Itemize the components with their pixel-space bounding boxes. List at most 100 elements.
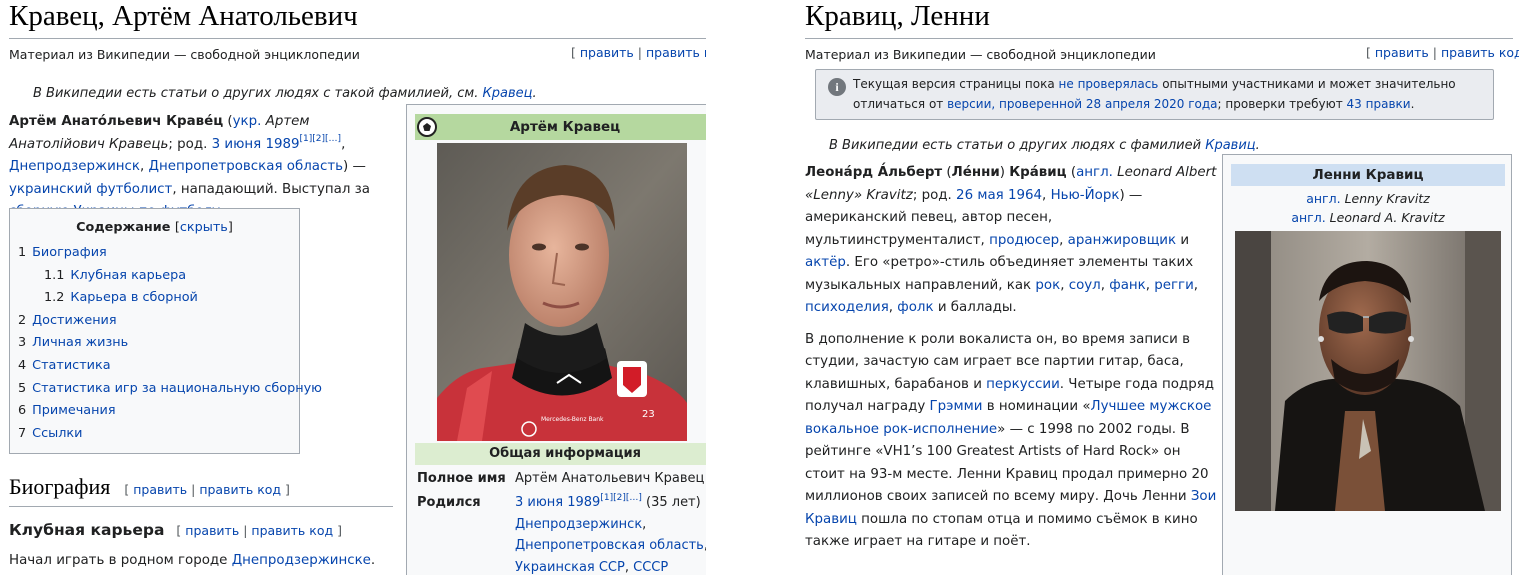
toc-link[interactable]: Статистика игр за национальную сборную — [32, 381, 322, 396]
edit-code-link[interactable]: править код — [646, 45, 706, 60]
actor-link[interactable]: актёр — [805, 255, 846, 270]
country-link[interactable]: СССР — [633, 560, 668, 575]
text: , — [704, 538, 706, 553]
toc-item[interactable]: 1.2 Карьера в сборной — [18, 287, 291, 310]
birthdate-link[interactable]: 26 мая 1964 — [956, 188, 1042, 203]
toc-number: 4 — [18, 357, 27, 373]
subject-name: Артём Анато́льевич Краве́ц — [9, 114, 224, 129]
region-link[interactable]: Днепропетровская область — [149, 159, 344, 174]
percussion-link[interactable]: перкуссии — [986, 377, 1060, 392]
hatnote-link[interactable]: Кравец — [483, 86, 533, 101]
infobox-birth-name: англ. Leonard A. Kravitz — [1223, 208, 1513, 227]
edit-code-link[interactable]: править код — [251, 523, 333, 538]
text: пошла по стопам отца и помимо съёмок в к… — [805, 511, 1198, 550]
artist-photo-image — [1235, 231, 1501, 511]
edit-link[interactable]: править — [1375, 45, 1429, 60]
text: , — [642, 516, 647, 532]
artist-photo[interactable] — [1235, 231, 1501, 511]
row-value: Артём Анатольевич Кравец — [515, 471, 705, 486]
occupation-link[interactable]: украинский футболист — [9, 182, 172, 197]
lead-paragraph: Леона́рд А́льберт (Ле́нни) Кра́виц (англ… — [805, 165, 1217, 315]
body-paragraph: В дополнение к роли вокалиста он, во вре… — [805, 329, 1217, 554]
toc-toggle[interactable]: скрыть — [180, 220, 228, 235]
toc-item[interactable]: 3 Личная жизнь — [18, 332, 291, 355]
toc-item[interactable]: 2 Достижения — [18, 310, 291, 333]
genre-link[interactable]: фолк — [897, 300, 933, 315]
lang-link[interactable]: англ. — [1291, 210, 1325, 225]
city-link[interactable]: Нью-Йорк — [1051, 188, 1120, 203]
city-link[interactable]: Днепродзержинск — [515, 517, 642, 532]
bracket: ] — [337, 523, 342, 538]
genre-link[interactable]: рок — [1035, 278, 1060, 293]
infobox-header: Ленни Кравиц — [1231, 164, 1505, 186]
title-divider — [805, 38, 1513, 39]
city-link[interactable]: Днепродзержинск — [9, 159, 140, 174]
arranger-link[interactable]: аранжировщик — [1068, 233, 1176, 248]
separator: | — [243, 523, 248, 538]
genre-link[interactable]: фанк — [1109, 278, 1146, 293]
toc-item[interactable]: 1 Биография — [18, 242, 291, 265]
toc-link[interactable]: Клубная карьера — [70, 268, 186, 283]
edit-link[interactable]: править — [133, 482, 187, 497]
toc-item[interactable]: 1.1 Клубная карьера — [18, 265, 291, 288]
grammy-link[interactable]: Грэмми — [930, 399, 983, 414]
text: , — [624, 559, 634, 575]
native-name: Lenny Kravitz — [1340, 191, 1430, 206]
lead-paragraph: Артём Анато́льевич Краве́ц (укр. Артем А… — [9, 111, 399, 224]
text: Текущая версия страницы пока — [853, 77, 1059, 91]
table-of-contents: Содержание [скрыть] 1 Биография 1.1 Клубная… — [9, 208, 322, 454]
toc-link[interactable]: Карьера в сборной — [70, 290, 198, 305]
subsection-title: Клубная карьера — [9, 521, 165, 539]
text: , нападающий. Выступал за — [172, 181, 370, 197]
toc-item[interactable]: 5 Статистика игр за национальную сборную — [18, 378, 322, 401]
toc-link[interactable]: Статистика — [32, 358, 110, 373]
separator: | — [1432, 45, 1437, 60]
toc-number: 2 — [18, 312, 27, 328]
pending-edits-link[interactable]: 43 правки — [1347, 97, 1411, 111]
region-link[interactable]: Днепропетровская область — [515, 538, 704, 553]
toc-item[interactable]: 6 Примечания — [18, 400, 291, 423]
lang-link[interactable]: англ. — [1076, 165, 1113, 180]
edit-code-link[interactable]: править код — [1441, 45, 1519, 60]
page-edit-links: [ править | править код ] — [1366, 45, 1519, 60]
reviewed-version-link[interactable]: версии, проверенной 28 апреля 2020 года — [947, 97, 1217, 111]
birthdate-link[interactable]: 3 июня 1989 — [515, 495, 600, 510]
left-article: Кравец, Артём Анатольевич Материал из Ви… — [0, 0, 706, 575]
reference-links[interactable]: [1][2][…] — [300, 134, 342, 144]
toc-link[interactable]: Достижения — [32, 313, 116, 328]
text: . — [1410, 97, 1415, 111]
toc-link[interactable]: Примечания — [32, 403, 115, 418]
ssr-link[interactable]: Украинская ССР — [515, 560, 625, 575]
infobox-section-header: Общая информация — [415, 443, 706, 465]
genre-link[interactable]: психоделия — [805, 300, 889, 315]
text: ( — [223, 114, 233, 129]
reference-links[interactable]: [1][2][…] — [600, 493, 642, 503]
row-label: Полное имя — [417, 471, 506, 486]
player-photo-image: 23 Mercedes-Benz Bank — [437, 143, 687, 441]
site-subtitle: Материал из Википедии — свободной энцикл… — [805, 47, 1156, 62]
text: ) — — [343, 159, 366, 174]
genre-link[interactable]: соул — [1069, 278, 1101, 293]
edit-link[interactable]: править — [185, 523, 239, 538]
toc-link[interactable]: Ссылки — [32, 426, 82, 441]
lang-link[interactable]: англ. — [1306, 191, 1340, 206]
not-reviewed-link[interactable]: не проверялась — [1059, 77, 1159, 91]
toc-link[interactable]: Личная жизнь — [32, 335, 128, 350]
section-edit-links: [ править | править код ] — [176, 523, 342, 538]
producer-link[interactable]: продюсер — [989, 233, 1059, 248]
player-photo[interactable]: 23 Mercedes-Benz Bank — [437, 143, 687, 441]
genre-link[interactable]: регги — [1154, 278, 1194, 293]
toc-item[interactable]: 7 Ссылки — [18, 423, 291, 446]
city-link[interactable]: Днепродзержинске — [232, 553, 371, 568]
toc-item[interactable]: 4 Статистика — [18, 355, 291, 378]
lang-link[interactable]: укр. — [233, 114, 262, 129]
section-heading-biography: Биография [ править | править код ] — [9, 474, 290, 500]
text: ; род. — [168, 136, 212, 152]
edit-code-link[interactable]: править код — [199, 482, 281, 497]
separator: | — [637, 45, 642, 60]
hatnote-link[interactable]: Кравиц — [1205, 138, 1255, 153]
edit-link[interactable]: править — [580, 45, 634, 60]
birthdate-link[interactable]: 3 июня 1989 — [212, 137, 300, 152]
subsection-heading-club-career: Клубная карьера [ править | править код ] — [9, 521, 342, 539]
toc-link[interactable]: Биография — [32, 245, 107, 260]
